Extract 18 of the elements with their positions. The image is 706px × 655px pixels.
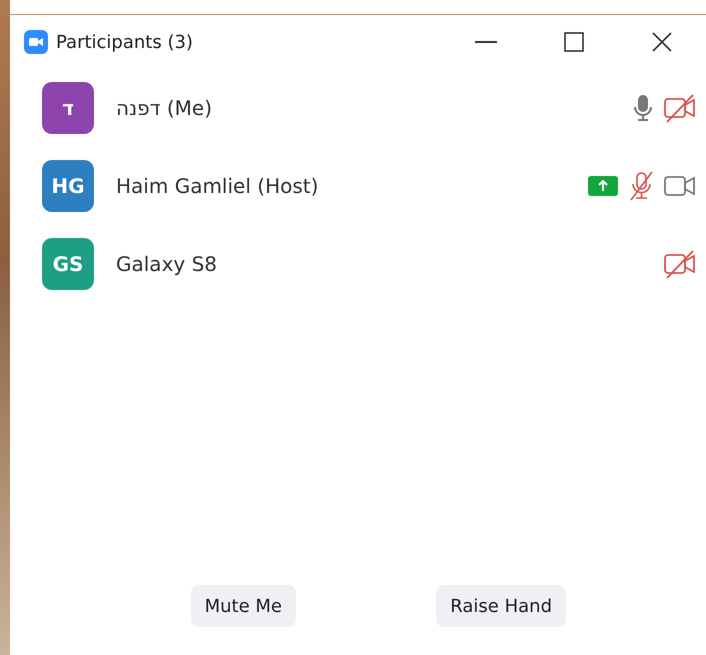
video-off-icon[interactable] bbox=[664, 249, 696, 279]
avatar: GS bbox=[42, 238, 94, 290]
avatar: ד bbox=[42, 82, 94, 134]
video-camera-icon[interactable] bbox=[664, 175, 696, 197]
participant-name: Galaxy S8 bbox=[116, 252, 218, 276]
close-icon[interactable] bbox=[652, 32, 672, 52]
participant-name: Haim Gamliel (Host) bbox=[116, 174, 320, 198]
camera-logo-icon bbox=[24, 30, 48, 54]
mute-button[interactable]: Mute Me bbox=[190, 585, 296, 627]
participant-name: דפנה (Me) bbox=[116, 96, 214, 120]
maximize-icon[interactable] bbox=[564, 32, 584, 52]
raise-hand-button[interactable]: Raise Hand bbox=[436, 585, 566, 627]
window-title: Participants (3) bbox=[56, 32, 194, 52]
video-off-icon[interactable] bbox=[664, 93, 696, 123]
screen-share-icon[interactable] bbox=[588, 176, 618, 196]
microphone-icon[interactable] bbox=[632, 93, 654, 123]
avatar: HG bbox=[42, 160, 94, 212]
muted-microphone-icon[interactable] bbox=[628, 170, 654, 202]
